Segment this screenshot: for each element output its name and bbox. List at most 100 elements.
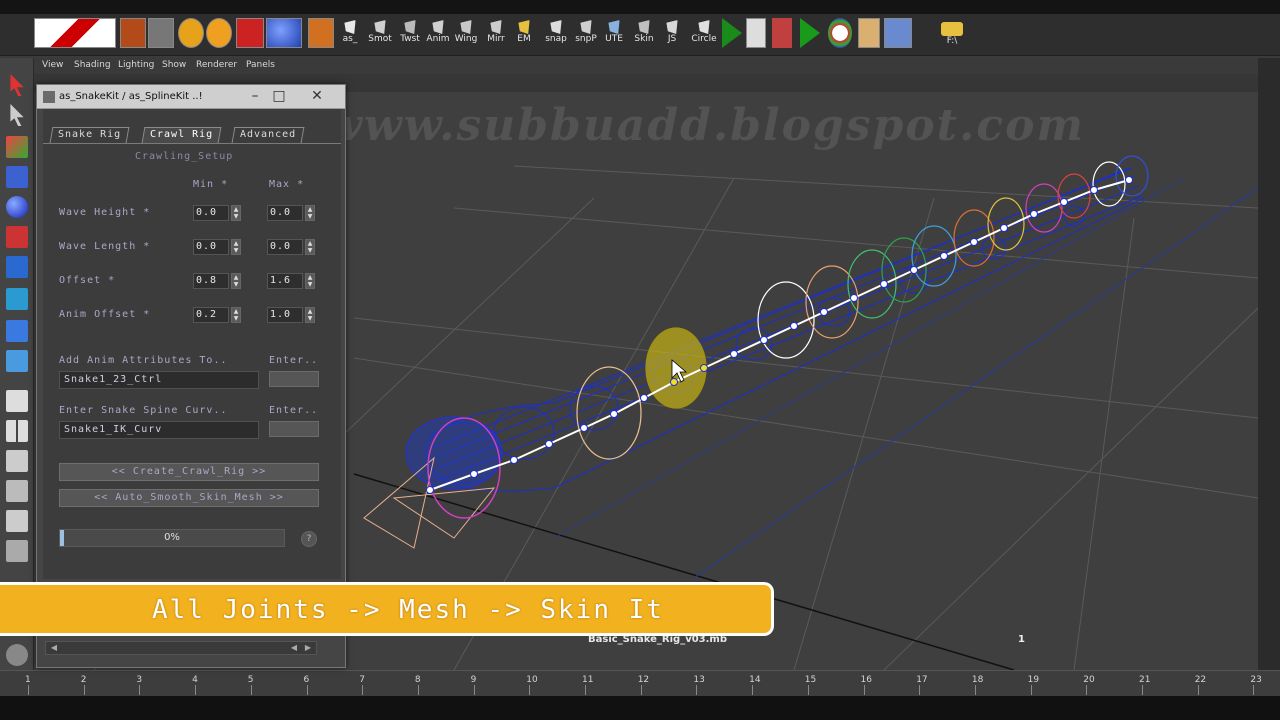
move-icon[interactable]	[6, 256, 28, 278]
tab-snake-rig[interactable]: Snake Rig	[49, 127, 130, 143]
shelf-tool-button[interactable]	[120, 18, 146, 48]
lasso-icon[interactable]	[10, 104, 24, 126]
play-green-icon[interactable]	[800, 18, 820, 48]
layout-quad-icon[interactable]	[6, 420, 28, 442]
joint-markers[interactable]	[426, 176, 1133, 494]
layout-split-icon[interactable]	[6, 450, 28, 472]
tab-underline	[43, 143, 341, 144]
timeline-tick-label: 4	[192, 675, 198, 685]
sphere-icon[interactable]	[6, 196, 28, 218]
viewport-menu-renderer[interactable]: Renderer	[196, 60, 237, 70]
window-icon	[608, 20, 620, 34]
scroll-right-end-icon[interactable]: ▶	[302, 642, 314, 654]
param-max-field[interactable]: 0.0	[267, 205, 303, 221]
viewport-menu-view[interactable]: View	[42, 60, 63, 70]
anim-attr-label: Add Anim Attributes To..	[59, 355, 228, 366]
minimize-icon[interactable]: –	[245, 87, 265, 105]
scale-icon[interactable]	[6, 226, 28, 248]
tab-advanced[interactable]: Advanced	[231, 127, 305, 143]
twist-icon	[404, 20, 416, 34]
maximize-icon[interactable]: □	[269, 87, 289, 105]
timeline-tick-label: 2	[80, 675, 87, 685]
anim-attr-field[interactable]: Snake1_23_Ctrl	[59, 371, 259, 389]
enter-button-1[interactable]	[269, 371, 319, 387]
shelf-button-circle[interactable]: Circle	[690, 18, 718, 52]
toolbox	[0, 58, 34, 670]
axis-z-line	[693, 187, 1258, 579]
create-crawl-rig-button[interactable]: << Create_Crawl_Rig >>	[59, 463, 319, 481]
viewport-menu-lighting[interactable]: Lighting	[118, 60, 154, 70]
viewport-menu-panels[interactable]: Panels	[246, 60, 275, 70]
wing-icon	[460, 20, 472, 34]
window-title: as_SnakeKit / as_SplineKit ..!	[59, 91, 203, 102]
layout-outliner-icon[interactable]	[6, 540, 28, 562]
param-max-spinner[interactable]: ▲ ▼	[305, 205, 315, 221]
settings-icon[interactable]	[6, 644, 28, 666]
layout-single-icon[interactable]	[6, 390, 28, 412]
play-green-icon[interactable]	[722, 18, 742, 48]
head-control[interactable]	[405, 416, 503, 490]
close-icon[interactable]: ✕	[307, 87, 327, 105]
param-max-spinner[interactable]: ▲ ▼	[305, 273, 315, 289]
help-icon[interactable]: ?	[301, 531, 317, 547]
shelf-button-em[interactable]: EM	[510, 18, 538, 52]
face-icon[interactable]	[858, 18, 880, 48]
timeline-tick	[306, 685, 308, 695]
caption-text: All Joints -> Mesh -> Skin It	[152, 595, 664, 625]
snap-point-icon	[580, 20, 592, 34]
top-bar	[0, 0, 1280, 14]
param-max-spinner[interactable]: ▲ ▼	[305, 239, 315, 255]
time-slider[interactable]: 1 2 3 4 5 6 7 8 9 10 11 12 13 14 15 16 17 18 19 20 21 22 23	[0, 670, 1280, 696]
shelf-tool-button[interactable]	[148, 18, 174, 48]
param-max-field[interactable]: 1.0	[267, 307, 303, 323]
render-icon[interactable]	[884, 18, 912, 48]
timeline-tick-label: 3	[136, 675, 143, 685]
layout-persp-icon[interactable]	[6, 480, 28, 502]
eclipse-logo-button[interactable]	[34, 18, 116, 48]
timeline-tick	[1030, 685, 1032, 695]
param-min-spinner[interactable]: ▲ ▼	[231, 205, 241, 221]
crvl-icon[interactable]	[206, 18, 232, 48]
param-min-spinner[interactable]: ▲ ▼	[231, 273, 241, 289]
timeline-tick-label: 8	[414, 675, 421, 685]
scroll-right-icon[interactable]: ◀	[288, 642, 300, 654]
rgb-circle-icon[interactable]	[828, 18, 852, 48]
timeline-tick-label: 12	[637, 675, 650, 685]
viewport-menu-shading[interactable]: Shading	[74, 60, 111, 70]
select-arrow-icon[interactable]	[10, 74, 24, 96]
drive-folder-button[interactable]: F:\	[938, 18, 966, 52]
cube-icon[interactable]	[6, 166, 28, 188]
param-min-field[interactable]: 0.2	[193, 307, 229, 323]
curve-icon[interactable]	[6, 350, 28, 372]
progress-text: 0%	[164, 532, 180, 543]
window-title-bar[interactable]: as_SnakeKit / as_SplineKit ..! – □ ✕	[37, 85, 345, 109]
tab-crawl-rig[interactable]: Crawl Rig	[141, 127, 222, 143]
script-s-icon[interactable]	[236, 18, 264, 48]
spine-curve-field[interactable]: Snake1_IK_Curv	[59, 421, 259, 439]
auto-smooth-skin-button[interactable]: << Auto_Smooth_Skin_Mesh >>	[59, 489, 319, 507]
ik-icon[interactable]	[6, 320, 28, 342]
cyl-icon[interactable]	[178, 18, 204, 48]
shelf-tool-button[interactable]	[746, 18, 766, 48]
joint-script-icon	[666, 20, 678, 34]
timeline-tick-label: 18	[971, 675, 984, 685]
param-min-spinner[interactable]: ▲ ▼	[231, 307, 241, 323]
joint-icon[interactable]	[6, 288, 28, 310]
param-max-field[interactable]: 1.6	[267, 273, 303, 289]
param-max-field[interactable]: 0.0	[267, 239, 303, 255]
param-min-field[interactable]: 0.8	[193, 273, 229, 289]
paint-icon[interactable]	[6, 136, 28, 158]
param-min-field[interactable]: 0.0	[193, 239, 229, 255]
brush-icon[interactable]	[772, 18, 792, 48]
param-max-spinner[interactable]: ▲ ▼	[305, 307, 315, 323]
param-min-field[interactable]: 0.0	[193, 205, 229, 221]
window-scrollbar[interactable]: ◀ ◀ ▶	[45, 641, 317, 655]
viewport-menu-show[interactable]: Show	[162, 60, 186, 70]
shelf-button-js[interactable]: JS	[658, 18, 686, 52]
param-min-spinner[interactable]: ▲ ▼	[231, 239, 241, 255]
layout-graph-icon[interactable]	[6, 510, 28, 532]
timeline-tick-label: 7	[359, 675, 365, 685]
enter-button-2[interactable]	[269, 421, 319, 437]
eclipse-sphere-icon[interactable]	[266, 18, 302, 48]
scroll-left-icon[interactable]: ◀	[48, 642, 60, 654]
